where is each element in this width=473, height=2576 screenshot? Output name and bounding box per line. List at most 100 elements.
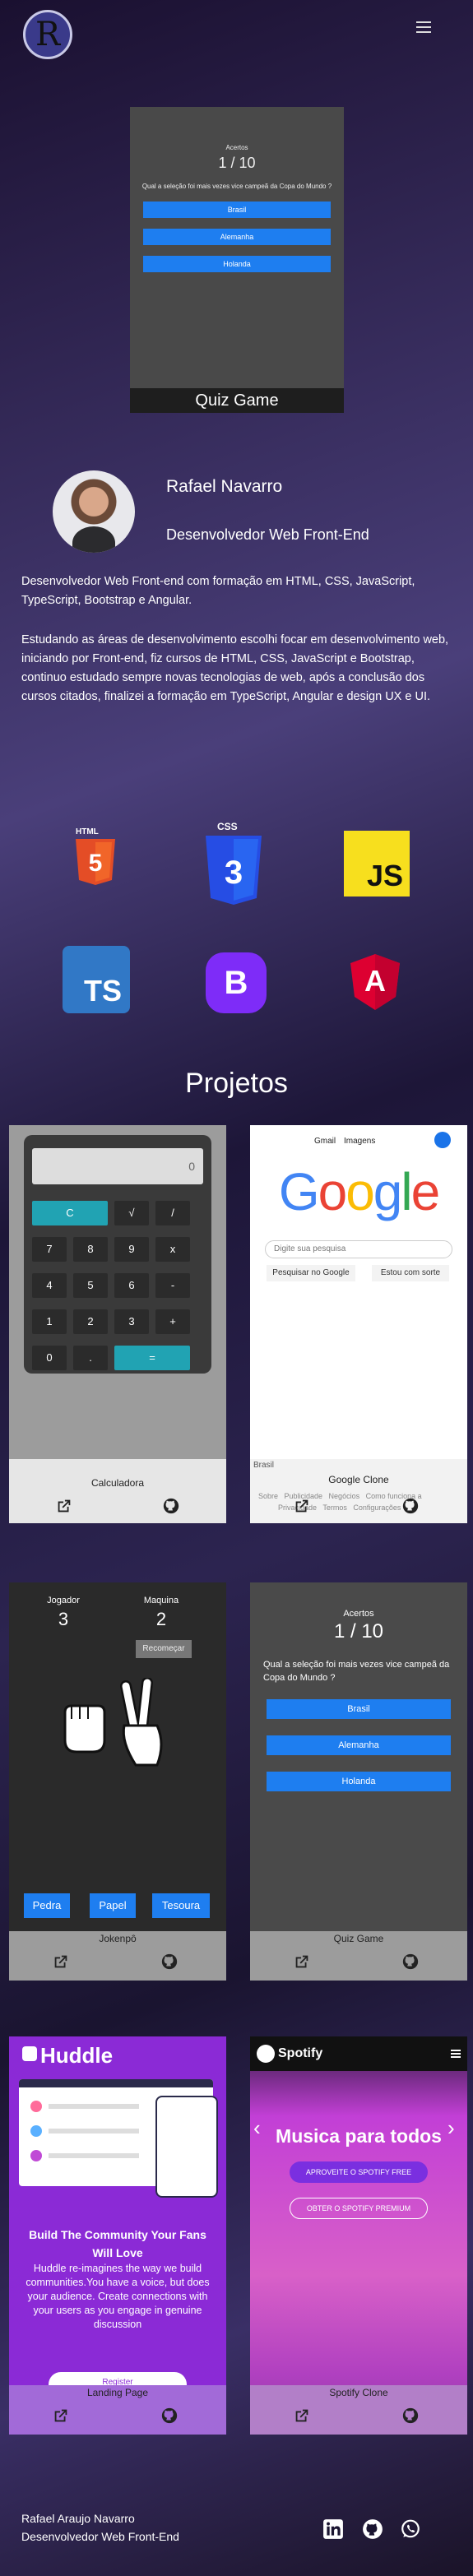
google-country: Brasil xyxy=(253,1461,275,1470)
calculator-body: 0 C √/ 7 8 9 x 4 5 6- 1 2 3 +0. = xyxy=(24,1135,211,1374)
javascript-icon: JS xyxy=(344,831,410,897)
project-card-google[interactable]: Gmail Imagens Google Digite sua pesquisa… xyxy=(250,1125,467,1523)
github-icon[interactable] xyxy=(160,1953,179,1971)
spotify-brand: Spotify xyxy=(278,2046,323,2060)
footer-role: Desenvolvedor Web Front-End xyxy=(21,2530,179,2543)
external-link-icon[interactable] xyxy=(293,1497,311,1515)
quiz-score-label: Acertos xyxy=(343,1609,374,1619)
calc-key-1[interactable]: 1 xyxy=(32,1309,67,1334)
github-icon[interactable] xyxy=(362,2518,383,2540)
footer-name: Rafael Araujo Navarro xyxy=(21,2512,135,2525)
player-score: 3 xyxy=(58,1609,69,1629)
github-icon[interactable] xyxy=(162,1497,180,1515)
calc-key-5[interactable]: 5 xyxy=(73,1273,108,1298)
google-lucky-button[interactable]: Estou com sorte xyxy=(372,1265,449,1281)
projects-title: Projetos xyxy=(185,1068,288,1099)
github-icon[interactable] xyxy=(401,1953,420,1971)
calc-key-3[interactable]: 3 xyxy=(114,1309,149,1334)
external-link-icon[interactable] xyxy=(52,1953,70,1971)
calc-key-clear[interactable]: C xyxy=(32,1201,108,1225)
svg-text:3: 3 xyxy=(225,855,243,891)
calc-key-dot[interactable]: . xyxy=(73,1346,108,1370)
hero-option-brasil[interactable]: Brasil xyxy=(143,202,331,218)
profile-bio-2: Estudando as áreas de desenvolvimento es… xyxy=(21,633,449,703)
carousel-next-icon[interactable]: › xyxy=(447,2115,455,2141)
huddle-text: Huddle re-imagines the way we build comm… xyxy=(26,2263,210,2330)
calc-key-4[interactable]: 4 xyxy=(32,1273,67,1298)
calculator-caption: Calculadora xyxy=(90,1477,145,1489)
external-link-icon[interactable] xyxy=(52,2407,70,2425)
github-icon[interactable] xyxy=(401,2407,420,2425)
spotify-menu-icon[interactable] xyxy=(451,2050,461,2058)
spotify-caption: Spotify Clone xyxy=(329,2387,388,2398)
calc-key-minus[interactable]: - xyxy=(155,1273,190,1298)
profile-name: Rafael Navarro xyxy=(166,477,283,496)
google-footer xyxy=(250,1459,467,1523)
calc-key-sqrt[interactable]: √ xyxy=(114,1201,149,1225)
profile-bio-1: Desenvolvedor Web Front-end com formação… xyxy=(21,575,415,607)
rock-paper-hand-icons xyxy=(63,1678,163,1767)
hero-score: 1 / 10 xyxy=(218,155,256,171)
jokenpo-caption: Jokenpô xyxy=(99,1933,137,1944)
google-search-input[interactable]: Digite sua pesquisa xyxy=(265,1240,452,1258)
menu-icon[interactable] xyxy=(416,21,431,33)
profile-role: Desenvolvedor Web Front-End xyxy=(166,526,369,543)
machine-label: Maquina xyxy=(143,1596,179,1605)
google-caption: Google Clone xyxy=(328,1474,389,1485)
hero-option-holanda[interactable]: Holanda xyxy=(143,256,331,272)
google-footer-links-1: Sobre Publicidade Negócios Como funciona… xyxy=(258,1492,422,1500)
google-logo: Google xyxy=(278,1162,440,1221)
svg-text:5: 5 xyxy=(89,850,103,877)
external-link-icon[interactable] xyxy=(293,1953,311,1971)
card-footer xyxy=(9,1459,226,1523)
rock-button[interactable]: Pedra xyxy=(24,1893,70,1918)
github-icon[interactable] xyxy=(401,1497,420,1515)
restart-button[interactable]: Recomeçar xyxy=(136,1640,192,1658)
angular-icon: A xyxy=(349,952,401,1012)
calc-key-6[interactable]: 6 xyxy=(114,1273,149,1298)
calc-key-0[interactable]: 0 xyxy=(32,1346,67,1370)
google-images-link[interactable]: Imagens xyxy=(344,1137,375,1146)
hero-question: Qual a seleção foi mais vezes vice campe… xyxy=(141,183,332,190)
spotify-premium-button[interactable]: OBTER O SPOTIFY PREMIUM xyxy=(290,2198,428,2219)
hero-caption: Quiz Game xyxy=(130,388,344,413)
carousel-prev-icon[interactable]: ‹ xyxy=(253,2115,261,2141)
player-label: Jogador xyxy=(47,1596,80,1605)
spotify-headline: Musica para todos xyxy=(276,2125,442,2147)
calc-key-2[interactable]: 2 xyxy=(73,1309,108,1334)
huddle-brand: Huddle xyxy=(40,2043,114,2068)
github-icon[interactable] xyxy=(160,2407,179,2425)
calc-key-equals[interactable]: = xyxy=(114,1346,190,1370)
calc-key-multiply[interactable]: x xyxy=(155,1237,190,1262)
site-logo[interactable]: R xyxy=(23,10,72,59)
hero-option-alemanha[interactable]: Alemanha xyxy=(143,229,331,245)
calc-key-plus[interactable]: + xyxy=(155,1309,190,1334)
calc-key-7[interactable]: 7 xyxy=(32,1237,67,1262)
google-search-button[interactable]: Pesquisar no Google xyxy=(267,1265,355,1281)
huddle-logo-icon xyxy=(22,2046,37,2061)
spotify-free-button[interactable]: APROVEITE O SPOTIFY FREE xyxy=(290,2161,428,2183)
project-card-calculator[interactable]: 0 C √/ 7 8 9 x 4 5 6- 1 2 3 +0. = Calculadora xyxy=(9,1125,226,1523)
linkedin-icon[interactable] xyxy=(322,2518,344,2540)
paper-button[interactable]: Papel xyxy=(90,1893,136,1918)
user-avatar-icon[interactable] xyxy=(434,1132,451,1148)
external-link-icon[interactable] xyxy=(55,1497,73,1515)
project-card-huddle[interactable]: Huddle Build The Community Your Fans Wil… xyxy=(9,2036,226,2435)
machine-score: 2 xyxy=(155,1609,167,1629)
quiz-option-holanda[interactable]: Holanda xyxy=(267,1772,451,1791)
whatsapp-icon[interactable] xyxy=(400,2518,421,2540)
project-card-jokenpo[interactable]: Jogador 3 Maquina 2 Recomeçar Pedra Pape… xyxy=(9,1582,226,1981)
external-link-icon[interactable] xyxy=(293,2407,311,2425)
quiz-option-brasil[interactable]: Brasil xyxy=(267,1699,451,1719)
project-card-spotify[interactable]: Spotify Musica para todos ‹ › APROVEITE … xyxy=(250,2036,467,2435)
css3-icon: 3 CSS xyxy=(202,821,265,908)
calc-key-divide[interactable]: / xyxy=(155,1201,190,1225)
calc-key-8[interactable]: 8 xyxy=(73,1237,108,1262)
quiz-option-alemanha[interactable]: Alemanha xyxy=(267,1735,451,1755)
project-card-quiz[interactable]: Acertos 1 / 10 Qual a seleção foi mais v… xyxy=(250,1582,467,1981)
logo-letter: R xyxy=(35,16,61,53)
scissors-button[interactable]: Tesoura xyxy=(152,1893,210,1918)
calc-key-9[interactable]: 9 xyxy=(114,1237,149,1262)
html5-icon: 5 HTML xyxy=(72,827,118,888)
google-gmail-link[interactable]: Gmail xyxy=(314,1137,336,1146)
